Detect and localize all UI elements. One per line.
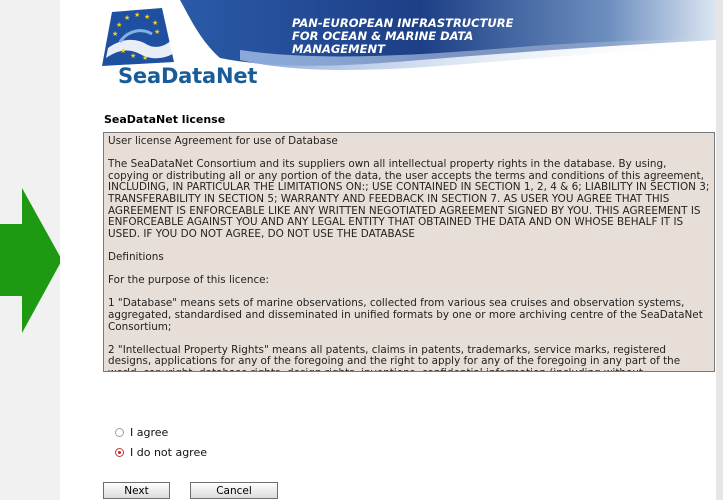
- cancel-button[interactable]: Cancel: [190, 482, 278, 499]
- license-paragraph: For the purpose of this licence:: [108, 274, 270, 287]
- header-banner: ★ ★ ★ ★ ★ ★ ★ ★ ★ ★ PAN-EUROPEAN INFRASTRUCTUR…: [60, 0, 716, 95]
- green-arrow-icon: [0, 188, 62, 333]
- svg-text:★: ★: [152, 19, 158, 27]
- next-button[interactable]: Next: [103, 482, 170, 499]
- option-disagree[interactable]: I do not agree: [115, 442, 207, 462]
- svg-text:★: ★: [124, 14, 130, 22]
- license-paragraph: Definitions: [108, 250, 164, 263]
- svg-text:★: ★: [142, 54, 148, 62]
- agreement-options: I agree I do not agree: [115, 422, 207, 462]
- svg-text:★: ★: [116, 21, 122, 29]
- disagree-radio[interactable]: [115, 447, 124, 457]
- license-paragraph: 1 "Database" means sets of marine observ…: [108, 297, 703, 333]
- page: ★ ★ ★ ★ ★ ★ ★ ★ ★ ★ PAN-EUROPEAN INFRASTRUCTUR…: [60, 0, 716, 500]
- license-title: SeaDataNet license: [104, 113, 226, 126]
- tagline: PAN-EUROPEAN INFRASTRUCTURE FOR OCEAN & …: [292, 17, 513, 56]
- svg-text:★: ★: [134, 11, 140, 19]
- svg-text:★: ★: [144, 13, 150, 21]
- seadatanet-logo-icon: ★ ★ ★ ★★★ ★★★ ★: [102, 8, 176, 66]
- brand-name: SeaDataNet: [118, 64, 258, 88]
- svg-text:★: ★: [154, 28, 160, 36]
- agree-label: I agree: [130, 425, 169, 439]
- license-textarea[interactable]: User license Agreement for use of Databa…: [103, 132, 715, 372]
- license-paragraph: 2 "Intellectual Property Rights" means a…: [108, 343, 681, 371]
- svg-text:★: ★: [112, 30, 118, 38]
- tagline-line-3: MANAGEMENT: [292, 42, 385, 56]
- right-scrollbar-track: [716, 0, 723, 500]
- license-paragraph: User license Agreement for use of Databa…: [108, 135, 338, 147]
- svg-text:★: ★: [120, 47, 126, 55]
- disagree-label: I do not agree: [130, 445, 207, 459]
- option-agree[interactable]: I agree: [115, 422, 207, 442]
- svg-text:★: ★: [130, 52, 136, 60]
- agree-radio[interactable]: [115, 427, 124, 437]
- license-paragraph: The SeaDataNet Consortium and its suppli…: [108, 158, 710, 240]
